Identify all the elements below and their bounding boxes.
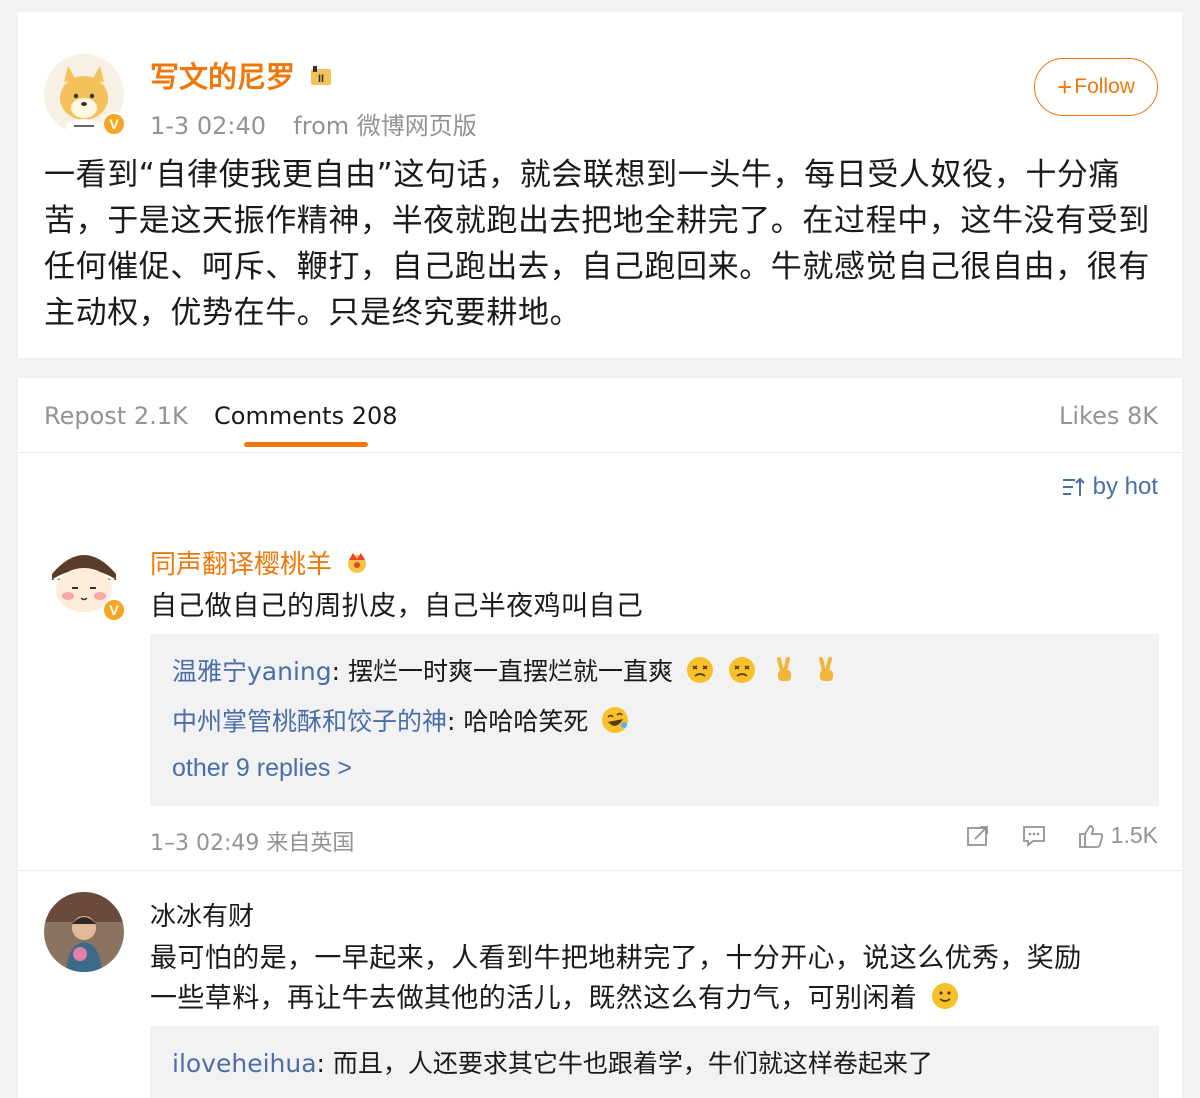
comment-author[interactable]: 同声翻译樱桃羊 (150, 544, 370, 581)
author-name-text[interactable]: 写文的尼罗 (150, 60, 295, 94)
comment-text: 自己做自己的周扒皮，自己半夜鸡叫自己 (150, 591, 644, 622)
reply-colon: : (447, 707, 464, 736)
comment-author-text[interactable]: 同声翻译樱桃羊 (150, 550, 332, 580)
comment-avatar-image (44, 892, 124, 972)
reply-item: iloveheihua: 而且，人还要求其它牛也跟着学，牛们就这样卷起来了 (172, 1044, 933, 1080)
author-avatar[interactable]: V (44, 54, 126, 136)
reply-text: 摆烂一时爽一直摆烂就一直爽 (348, 657, 674, 686)
reply-item: 温雅宁yaning: 摆烂一时爽一直摆烂就一直爽 (172, 652, 841, 691)
reply-colon: : (316, 1049, 333, 1078)
reply-colon: : (331, 657, 348, 686)
top-strip (0, 0, 1200, 12)
post-source: from 微博网页版 (293, 112, 477, 140)
more-replies-link[interactable]: other 9 replies > (172, 754, 352, 783)
comment-divider (18, 870, 1182, 871)
comment-text-line: 最可怕的是，一早起来，人看到牛把地耕完了，十分开心，说这么优秀，奖励 (150, 943, 1082, 974)
follow-button[interactable]: + Follow (1034, 58, 1158, 116)
comment-actions: 1.5K (935, 822, 1158, 849)
sort-icon (1062, 477, 1085, 496)
follow-label: Follow (1074, 75, 1135, 98)
tab-comments[interactable]: Comments 208 (214, 402, 398, 430)
comment-author[interactable]: 冰冰有财 (150, 896, 254, 933)
post-card: V 写文的尼罗 II 1-3 02:40 from 微博网页版 + Follow… (18, 12, 1182, 358)
thumbs-up-icon (1078, 824, 1103, 848)
dizzy-face-emoji-icon (727, 655, 757, 691)
tab-likes[interactable]: Likes 8K (1059, 402, 1158, 430)
slight-smile-emoji-icon (930, 981, 960, 1018)
reply-box: iloveheihua: 而且，人还要求其它牛也跟着学，牛们就这样卷起来了 (150, 1026, 1159, 1098)
like-button[interactable]: 1.5K (1077, 822, 1158, 849)
plus-icon: + (1057, 72, 1073, 102)
reply-item: 中州掌管桃酥和饺子的神: 哈哈哈笑死 (172, 702, 630, 741)
reply-author[interactable]: 温雅宁yaning (172, 657, 332, 686)
active-tab-indicator (244, 442, 368, 447)
post-time: 1-3 02:40 (150, 112, 266, 140)
reply-author[interactable]: 中州掌管桃酥和饺子的神 (172, 707, 447, 736)
crown-badge-icon (344, 550, 370, 581)
repost-button[interactable] (965, 823, 991, 849)
rolling-laughing-emoji-icon (600, 705, 630, 741)
reply-text: 哈哈哈笑死 (463, 707, 589, 736)
comment-icon (1022, 825, 1045, 847)
comment-avatar[interactable]: V (44, 540, 126, 622)
verified-badge-icon: V (102, 598, 126, 622)
reply-text: 而且，人还要求其它牛也跟着学，牛们就这样卷起来了 (332, 1049, 933, 1078)
victory-hand-emoji-icon (769, 655, 799, 691)
post-meta: 1-3 02:40 from 微博网页版 (150, 106, 477, 141)
comment-text-line: 一些草料，再让牛去做其他的活儿，既然这么有力气，可别闲着 (150, 976, 960, 1018)
author-name[interactable]: 写文的尼罗 II (150, 54, 335, 96)
post-text: 一看到“自律使我更自由”这句话，就会联想到一头牛，每日受人奴役，十分痛苦，于是这… (44, 157, 1150, 331)
sort-label: by hot (1092, 473, 1158, 500)
like-count: 1.5K (1110, 822, 1158, 848)
sort-by-hot-button[interactable]: by hot (1061, 473, 1158, 501)
comment-avatar[interactable] (44, 892, 124, 972)
comments-card: Repost 2.1K Comments 208 Likes 8K by hot (18, 378, 1182, 1098)
tabs-bar: Repost 2.1K Comments 208 Likes 8K (18, 378, 1182, 453)
reply-author[interactable]: iloveheihua (172, 1049, 317, 1078)
comment-text-line-content: 一些草料，再让牛去做其他的活儿，既然这么有力气，可别闲着 (150, 983, 918, 1014)
comment-meta: 1–3 02:49 来自英国 (150, 831, 355, 856)
reply-button[interactable] (1021, 823, 1047, 849)
repost-icon (966, 825, 988, 846)
svg-text:II: II (318, 73, 324, 85)
dizzy-face-emoji-icon (685, 655, 715, 691)
victory-hand-emoji-icon (811, 655, 841, 691)
tab-repost[interactable]: Repost 2.1K (44, 402, 188, 430)
verified-badge-icon: V (102, 112, 126, 136)
member-badge-icon: II (309, 62, 335, 96)
reply-box: 温雅宁yaning: 摆烂一时爽一直摆烂就一直爽 中州掌管桃酥和饺子的神: 哈哈… (150, 634, 1159, 806)
